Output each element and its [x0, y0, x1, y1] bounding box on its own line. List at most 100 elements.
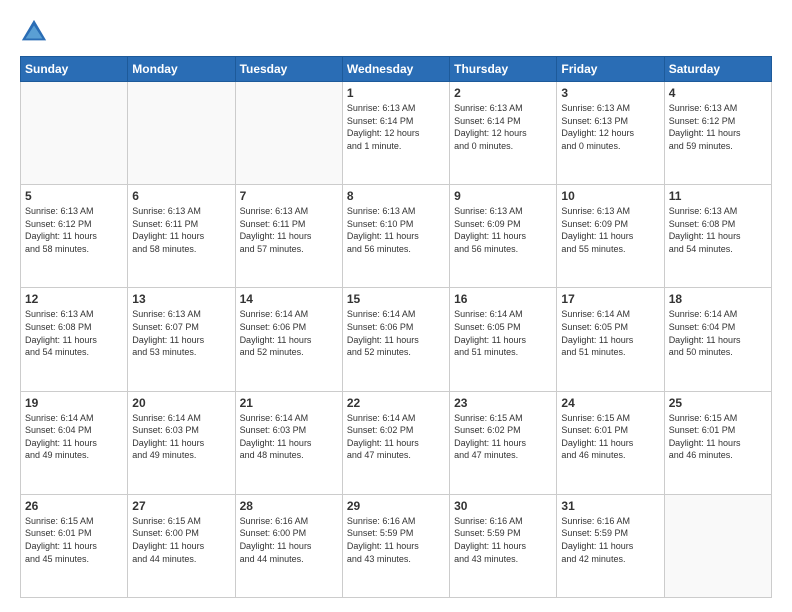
day-info: Sunrise: 6:13 AM Sunset: 6:09 PM Dayligh… — [561, 205, 659, 255]
day-info: Sunrise: 6:14 AM Sunset: 6:06 PM Dayligh… — [347, 308, 445, 358]
day-number: 30 — [454, 499, 552, 513]
day-info: Sunrise: 6:13 AM Sunset: 6:14 PM Dayligh… — [454, 102, 552, 152]
logo-icon — [20, 18, 48, 46]
calendar-cell: 5Sunrise: 6:13 AM Sunset: 6:12 PM Daylig… — [21, 185, 128, 288]
calendar-cell: 23Sunrise: 6:15 AM Sunset: 6:02 PM Dayli… — [450, 391, 557, 494]
day-number: 2 — [454, 86, 552, 100]
calendar-cell: 7Sunrise: 6:13 AM Sunset: 6:11 PM Daylig… — [235, 185, 342, 288]
day-info: Sunrise: 6:16 AM Sunset: 5:59 PM Dayligh… — [561, 515, 659, 565]
calendar-cell: 31 Sunrise: 6:16 AM Sunset: 5:59 PM Dayli… — [557, 494, 664, 597]
day-number: 24 — [561, 396, 659, 410]
calendar-cell: 4 Sunrise: 6:13 AM Sunset: 6:12 PM Daylig… — [664, 82, 771, 185]
day-info: Sunrise: 6:15 AM Sunset: 6:01 PM Dayligh… — [669, 412, 767, 462]
day-number: 12 — [25, 292, 123, 306]
day-number: 1 — [347, 86, 445, 100]
calendar-cell: 16 Sunrise: 6:14 AM Sunset: 6:05 PM Dayli… — [450, 288, 557, 391]
calendar-cell: 19 Sunrise: 6:14 AM Sunset: 6:04 PM Dayli… — [21, 391, 128, 494]
day-number: 7 — [240, 189, 338, 203]
calendar-cell: 28 Sunrise: 6:16 AM Sunset: 6:00 PM Dayli… — [235, 494, 342, 597]
calendar-cell: 10 Sunrise: 6:13 AM Sunset: 6:09 PM Dayli… — [557, 185, 664, 288]
weekday-wednesday: Wednesday — [342, 57, 449, 82]
day-info: Sunrise: 6:16 AM Sunset: 5:59 PM Dayligh… — [454, 515, 552, 565]
day-info: Sunrise: 6:14 AM Sunset: 6:05 PM Dayligh… — [454, 308, 552, 358]
calendar-cell: 20 Sunrise: 6:14 AM Sunset: 6:03 PM Dayli… — [128, 391, 235, 494]
day-number: 9 — [454, 189, 552, 203]
calendar-cell: 9Sunrise: 6:13 AM Sunset: 6:09 PM Daylig… — [450, 185, 557, 288]
calendar-week-4: 19 Sunrise: 6:14 AM Sunset: 6:04 PM Dayli… — [21, 391, 772, 494]
calendar-cell: 24 Sunrise: 6:15 AM Sunset: 6:01 PM Dayli… — [557, 391, 664, 494]
logo — [20, 18, 52, 46]
weekday-tuesday: Tuesday — [235, 57, 342, 82]
calendar-cell: 17Sunrise: 6:14 AM Sunset: 6:05 PM Dayli… — [557, 288, 664, 391]
day-number: 17 — [561, 292, 659, 306]
weekday-monday: Monday — [128, 57, 235, 82]
day-info: Sunrise: 6:14 AM Sunset: 6:02 PM Dayligh… — [347, 412, 445, 462]
day-info: Sunrise: 6:16 AM Sunset: 6:00 PM Dayligh… — [240, 515, 338, 565]
day-number: 3 — [561, 86, 659, 100]
day-info: Sunrise: 6:13 AM Sunset: 6:07 PM Dayligh… — [132, 308, 230, 358]
header — [20, 18, 772, 46]
calendar-cell: 12 Sunrise: 6:13 AM Sunset: 6:08 PM Dayli… — [21, 288, 128, 391]
day-info: Sunrise: 6:13 AM Sunset: 6:14 PM Dayligh… — [347, 102, 445, 152]
calendar-cell: 6 Sunrise: 6:13 AM Sunset: 6:11 PM Daylig… — [128, 185, 235, 288]
day-info: Sunrise: 6:15 AM Sunset: 6:01 PM Dayligh… — [25, 515, 123, 565]
day-info: Sunrise: 6:13 AM Sunset: 6:12 PM Dayligh… — [669, 102, 767, 152]
calendar-cell: 11 Sunrise: 6:13 AM Sunset: 6:08 PM Dayli… — [664, 185, 771, 288]
calendar-cell: 13 Sunrise: 6:13 AM Sunset: 6:07 PM Dayli… — [128, 288, 235, 391]
day-info: Sunrise: 6:13 AM Sunset: 6:08 PM Dayligh… — [669, 205, 767, 255]
day-info: Sunrise: 6:14 AM Sunset: 6:03 PM Dayligh… — [132, 412, 230, 462]
day-number: 31 — [561, 499, 659, 513]
calendar-cell — [21, 82, 128, 185]
day-number: 11 — [669, 189, 767, 203]
day-number: 25 — [669, 396, 767, 410]
weekday-saturday: Saturday — [664, 57, 771, 82]
calendar-cell: 30 Sunrise: 6:16 AM Sunset: 5:59 PM Dayli… — [450, 494, 557, 597]
day-number: 26 — [25, 499, 123, 513]
day-number: 19 — [25, 396, 123, 410]
day-info: Sunrise: 6:13 AM Sunset: 6:13 PM Dayligh… — [561, 102, 659, 152]
weekday-header-row: SundayMondayTuesdayWednesdayThursdayFrid… — [21, 57, 772, 82]
day-number: 22 — [347, 396, 445, 410]
calendar-cell: 22 Sunrise: 6:14 AM Sunset: 6:02 PM Dayli… — [342, 391, 449, 494]
day-info: Sunrise: 6:13 AM Sunset: 6:08 PM Dayligh… — [25, 308, 123, 358]
calendar-cell: 25 Sunrise: 6:15 AM Sunset: 6:01 PM Dayli… — [664, 391, 771, 494]
day-number: 29 — [347, 499, 445, 513]
day-number: 23 — [454, 396, 552, 410]
calendar-cell: 15 Sunrise: 6:14 AM Sunset: 6:06 PM Dayli… — [342, 288, 449, 391]
weekday-sunday: Sunday — [21, 57, 128, 82]
day-number: 13 — [132, 292, 230, 306]
day-info: Sunrise: 6:13 AM Sunset: 6:11 PM Dayligh… — [132, 205, 230, 255]
day-info: Sunrise: 6:14 AM Sunset: 6:03 PM Dayligh… — [240, 412, 338, 462]
day-info: Sunrise: 6:15 AM Sunset: 6:00 PM Dayligh… — [132, 515, 230, 565]
weekday-thursday: Thursday — [450, 57, 557, 82]
calendar-cell: 26 Sunrise: 6:15 AM Sunset: 6:01 PM Dayli… — [21, 494, 128, 597]
day-number: 16 — [454, 292, 552, 306]
day-number: 18 — [669, 292, 767, 306]
calendar-cell — [128, 82, 235, 185]
calendar-cell: 29Sunrise: 6:16 AM Sunset: 5:59 PM Dayli… — [342, 494, 449, 597]
calendar-cell: 18Sunrise: 6:14 AM Sunset: 6:04 PM Dayli… — [664, 288, 771, 391]
calendar-cell — [235, 82, 342, 185]
day-info: Sunrise: 6:14 AM Sunset: 6:04 PM Dayligh… — [25, 412, 123, 462]
calendar-cell: 1 Sunrise: 6:13 AM Sunset: 6:14 PM Daylig… — [342, 82, 449, 185]
day-number: 15 — [347, 292, 445, 306]
day-number: 4 — [669, 86, 767, 100]
day-info: Sunrise: 6:13 AM Sunset: 6:12 PM Dayligh… — [25, 205, 123, 255]
calendar-cell: 14Sunrise: 6:14 AM Sunset: 6:06 PM Dayli… — [235, 288, 342, 391]
day-number: 28 — [240, 499, 338, 513]
calendar-week-5: 26 Sunrise: 6:15 AM Sunset: 6:01 PM Dayli… — [21, 494, 772, 597]
day-info: Sunrise: 6:13 AM Sunset: 6:10 PM Dayligh… — [347, 205, 445, 255]
day-number: 27 — [132, 499, 230, 513]
day-number: 8 — [347, 189, 445, 203]
day-number: 14 — [240, 292, 338, 306]
day-info: Sunrise: 6:15 AM Sunset: 6:01 PM Dayligh… — [561, 412, 659, 462]
calendar-cell: 2 Sunrise: 6:13 AM Sunset: 6:14 PM Daylig… — [450, 82, 557, 185]
calendar-week-3: 12 Sunrise: 6:13 AM Sunset: 6:08 PM Dayli… — [21, 288, 772, 391]
page: SundayMondayTuesdayWednesdayThursdayFrid… — [0, 0, 792, 612]
day-number: 20 — [132, 396, 230, 410]
day-number: 6 — [132, 189, 230, 203]
day-number: 10 — [561, 189, 659, 203]
weekday-friday: Friday — [557, 57, 664, 82]
day-number: 21 — [240, 396, 338, 410]
calendar-cell: 27 Sunrise: 6:15 AM Sunset: 6:00 PM Dayli… — [128, 494, 235, 597]
